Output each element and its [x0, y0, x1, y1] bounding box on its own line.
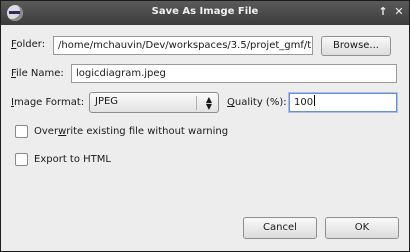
cancel-button[interactable]: Cancel [243, 217, 317, 239]
save-as-image-dialog: Save As Image File ↑ ✕ Folder: /home/mch… [0, 0, 410, 252]
quality-input[interactable]: 100 [289, 93, 397, 112]
overwrite-label: Overwrite existing file without warning [34, 126, 229, 137]
folder-label: Folder: [11, 39, 46, 50]
text-caret [314, 95, 316, 106]
export-html-checkbox[interactable] [15, 153, 28, 166]
image-format-select[interactable]: JPEG ▲ ▼ [89, 92, 219, 113]
ok-button[interactable]: OK [325, 217, 399, 239]
overwrite-checkbox[interactable] [15, 125, 28, 138]
export-html-label: Export to HTML [34, 154, 111, 165]
image-format-label: Image Format: [11, 97, 85, 108]
title-bar: Save As Image File ↑ ✕ [1, 1, 409, 25]
browse-button[interactable]: Browse... [321, 36, 391, 56]
close-button[interactable]: ✕ [391, 4, 407, 20]
quality-value: 100 [294, 97, 314, 108]
combo-separator [196, 96, 197, 110]
dialog-title: Save As Image File [151, 6, 259, 17]
image-format-value: JPEG [95, 96, 119, 107]
folder-path-field[interactable]: /home/mchauvin/Dev/workspaces/3.5/projet… [53, 36, 313, 55]
maximize-button[interactable]: ↑ [375, 4, 391, 20]
quality-label: Quality (%): [227, 97, 287, 108]
file-name-label: File Name: [11, 68, 64, 79]
chevron-up-down-icon: ▲ ▼ [205, 95, 212, 111]
file-name-field[interactable]: logicdiagram.jpeg [71, 64, 397, 83]
